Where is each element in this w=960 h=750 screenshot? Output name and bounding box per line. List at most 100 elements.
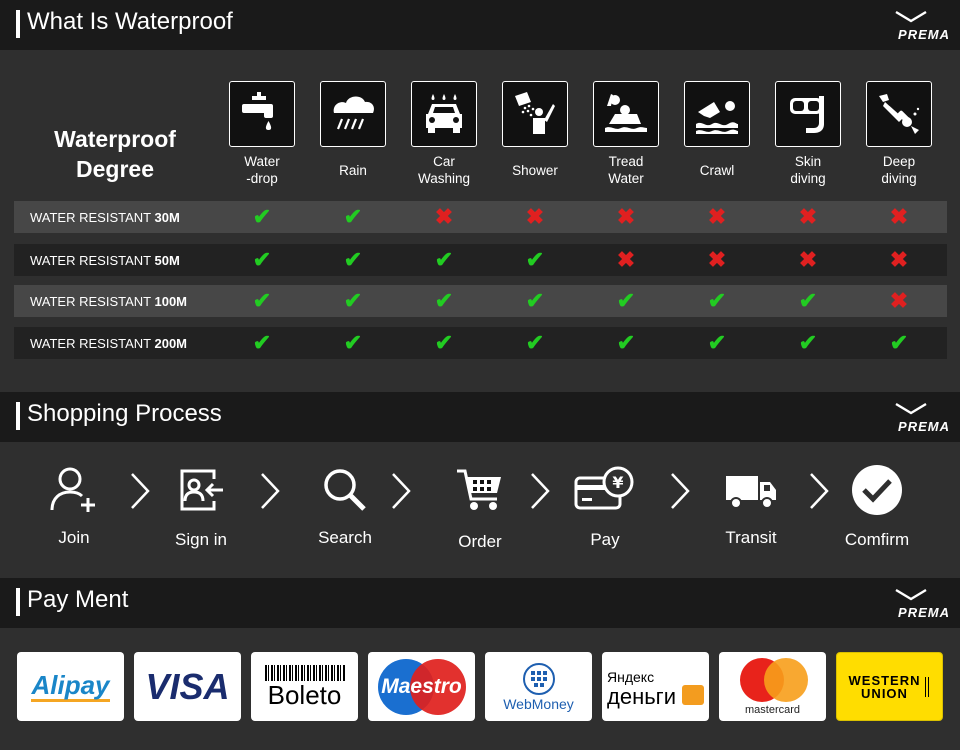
check-icon: ✔ (343, 288, 363, 313)
payment-header: Pay Ment PREMA (0, 578, 960, 628)
payment-yandex-money: Яндекс деньги (602, 652, 709, 721)
check-icon: ✔ (434, 288, 454, 313)
brand-text: PREMA (898, 27, 950, 42)
western-logo: WESTERN (848, 672, 921, 688)
rain-icon (320, 81, 386, 147)
check-icon: ✔ (798, 330, 818, 355)
check-icon: ✔ (616, 330, 636, 355)
cross-icon: ✖ (434, 204, 454, 229)
mastercard-circles-icon (738, 657, 808, 702)
shower-icon (502, 81, 568, 147)
step-pay: ¥ Pay (550, 460, 660, 550)
rating-label: WATER RESISTANT 30M (30, 209, 180, 225)
page: What Is Waterproof PREMA Waterproof Degr… (0, 0, 960, 750)
payment-title: Pay Ment (27, 586, 129, 613)
shopping-header: Shopping Process PREMA (0, 392, 960, 442)
cross-icon: ✖ (707, 247, 727, 272)
cross-icon: ✖ (889, 204, 909, 229)
activity-tread-water: Tread Water (593, 81, 659, 187)
snorkel-icon (775, 81, 841, 147)
check-icon: ✔ (252, 288, 272, 313)
waterproof-degree-label: Waterproof Degree (54, 126, 176, 182)
step-label: Join (58, 528, 90, 547)
step-label: Transit (725, 528, 777, 547)
check-icon: ✔ (343, 247, 363, 272)
step-label: Pay (590, 530, 620, 549)
activity-car-washing: Car Washing (411, 81, 477, 187)
activity-label: Deep diving (881, 154, 917, 186)
diver-icon (866, 81, 932, 147)
add-user-icon (19, 460, 129, 520)
cross-icon: ✖ (616, 204, 636, 229)
check-icon: ✔ (343, 330, 363, 355)
check-icon: ✔ (889, 330, 909, 355)
cart-icon (425, 460, 535, 520)
wu-bars-icon (924, 676, 931, 697)
header-accent-bar (16, 10, 20, 38)
check-circle-icon (822, 460, 932, 520)
check-icon: ✔ (343, 204, 363, 229)
activity-label: Rain (339, 162, 367, 178)
activity-shower: Shower (502, 81, 568, 187)
header-accent-bar (16, 588, 20, 616)
check-icon: ✔ (616, 288, 636, 313)
activity-deep-diving: Deep diving (866, 81, 932, 187)
cross-icon: ✖ (798, 247, 818, 272)
cross-icon: ✖ (889, 288, 909, 313)
search-icon (290, 460, 400, 520)
cross-icon: ✖ (525, 204, 545, 229)
mastercard-logo: mastercard (744, 703, 801, 716)
car-wash-icon (411, 81, 477, 147)
chevron-right-icon (668, 470, 692, 517)
rating-label: WATER RESISTANT 50M (30, 252, 180, 268)
step-confirm: Comfirm (822, 460, 932, 550)
payment-mastercard: mastercard (719, 652, 826, 721)
brand-text: PREMA (898, 605, 950, 620)
activity-label: Skin diving (790, 154, 826, 186)
activity-label: Crawl (699, 162, 735, 178)
check-icon: ✔ (434, 247, 454, 272)
waterproof-title: What Is Waterproof (27, 8, 233, 35)
brand-mark-icon (895, 402, 927, 415)
step-order: Order (425, 460, 535, 552)
check-icon: ✔ (798, 288, 818, 313)
cross-icon: ✖ (616, 247, 636, 272)
alipay-logo: Alipay (31, 670, 110, 702)
brand-logo: PREMA (886, 10, 950, 42)
activity-crawl: Crawl (684, 81, 750, 187)
activity-label: Tread Water (608, 154, 644, 186)
check-icon: ✔ (434, 330, 454, 355)
step-label: Comfirm (844, 530, 910, 549)
step-search: Search (290, 460, 400, 548)
step-sign-in: Sign in (146, 460, 256, 550)
western-union-text: WESTERN UNION (849, 674, 921, 700)
webmoney-logo: WebMoney (503, 695, 574, 712)
header-accent-bar (16, 402, 20, 430)
sign-in-icon (146, 460, 256, 520)
check-icon: ✔ (525, 247, 545, 272)
barcode-icon (264, 664, 345, 681)
svg-text:¥: ¥ (612, 473, 623, 492)
cross-icon: ✖ (707, 204, 727, 229)
card-payment-icon: ¥ (550, 460, 660, 520)
brand-mark-icon (895, 10, 927, 23)
dengi-logo: деньги (607, 683, 676, 709)
chevron-right-icon (528, 470, 552, 517)
activity-skin-diving: Skin diving (775, 81, 841, 187)
payment-maestro: Maestro (368, 652, 475, 721)
visa-logo: VISA (145, 665, 230, 707)
payment-western-union: WESTERN UNION (836, 652, 943, 721)
brand-logo: PREMA (886, 402, 950, 434)
check-icon: ✔ (707, 288, 727, 313)
payment-visa: VISA (134, 652, 241, 721)
boleto-logo: Boleto (267, 679, 342, 710)
brand-text: PREMA (898, 419, 950, 434)
activity-label: Shower (512, 162, 558, 178)
cross-icon: ✖ (889, 247, 909, 272)
maestro-logo: Maestro (381, 674, 462, 698)
truck-icon (696, 460, 806, 520)
cross-icon: ✖ (798, 204, 818, 229)
step-transit: Transit (696, 460, 806, 548)
rating-label: WATER RESISTANT 100M (30, 293, 188, 309)
brand-logo: PREMA (886, 588, 950, 620)
